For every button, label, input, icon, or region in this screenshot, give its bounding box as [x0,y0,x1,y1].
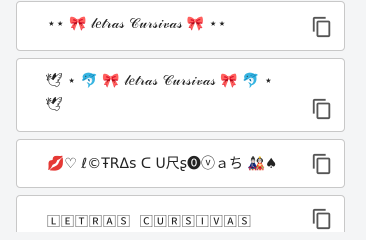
copy-button[interactable] [311,98,333,120]
copy-icon [311,98,333,120]
styled-text-card[interactable]: 🕊 ⋆ 🐬 🎀 𝓁𝑒𝓉𝓇𝒶𝓈 𝒞𝓊𝓇𝓈𝒾𝓋𝒶𝓈 🎀 🐬 ⋆ 🕊 [16,58,345,132]
copy-button[interactable] [311,208,333,230]
styled-text: 🄻🄴🅃🅁🄰🅂 🄲🅄🅁🅂🄸🅅🄰🅂 [47,215,252,230]
styled-text: ⋆⋆ 🎀 𝓁𝑒𝓉𝓇𝒶𝓈 𝒞𝓊𝓇𝓈𝒾𝓋𝒶𝓈 🎀 ⋆⋆ [47,16,227,32]
styled-text-card[interactable]: 🄻🄴🅃🅁🄰🅂 🄲🅄🅁🅂🄸🅅🄰🅂 [16,195,345,232]
copy-icon [311,16,333,38]
copy-button[interactable] [311,153,333,175]
copy-icon [311,208,333,230]
styled-text: 🕊 ⋆ 🐬 🎀 𝓁𝑒𝓉𝓇𝒶𝓈 𝒞𝓊𝓇𝓈𝒾𝓋𝒶𝓈 🎀 🐬 ⋆ 🕊 [45,73,273,113]
styled-text-card[interactable]: ⋆⋆ 🎀 𝓁𝑒𝓉𝓇𝒶𝓈 𝒞𝓊𝓇𝓈𝒾𝓋𝒶𝓈 🎀 ⋆⋆ [16,1,345,51]
copy-icon [311,153,333,175]
styled-text: 💋♡ ℓ©ŦRΔs ᑕ ᑌ尺ʂ⓿ⓥａち 🎎♠ [47,156,278,172]
styled-text-list: ⋆⋆ 🎀 𝓁𝑒𝓉𝓇𝒶𝓈 𝒞𝓊𝓇𝓈𝒾𝓋𝒶𝓈 🎀 ⋆⋆ 🕊 ⋆ 🐬 🎀 𝓁𝑒𝓉𝓇𝒶𝓈… [0,0,366,232]
copy-button[interactable] [311,16,333,38]
styled-text-card[interactable]: 💋♡ ℓ©ŦRΔs ᑕ ᑌ尺ʂ⓿ⓥａち 🎎♠ [16,139,345,188]
